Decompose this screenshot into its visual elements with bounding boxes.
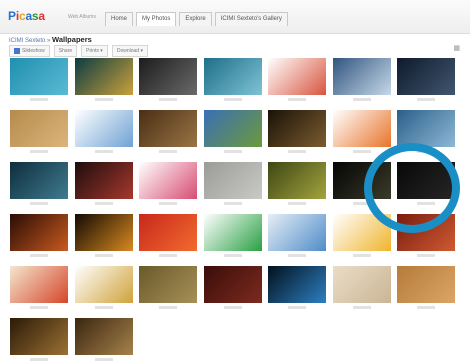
photo-thumbnail-dark-vignette[interactable] <box>268 110 326 147</box>
photo-thumbnail-teal-dark[interactable] <box>10 162 68 199</box>
tab-my-photos[interactable]: My Photos <box>136 12 177 26</box>
download-dropdown[interactable]: Download ▾ <box>111 45 148 57</box>
tab-gallery[interactable]: ICIMI Sexteto's Gallery <box>214 12 288 26</box>
photo-thumbnail-red-stripes[interactable] <box>268 58 326 95</box>
nav-tabs: Home My Photos Explore ICIMI Sexteto's G… <box>105 12 291 26</box>
photo-caption <box>30 150 48 153</box>
breadcrumb-owner-link[interactable]: ICIMI Sexteto <box>9 38 45 44</box>
photo-caption <box>352 202 371 205</box>
slideshow-button[interactable]: Slideshow <box>9 45 50 57</box>
slideshow-icon <box>14 48 20 54</box>
photo-thumbnail-green-field[interactable] <box>203 214 262 251</box>
photo-caption <box>352 306 371 309</box>
photo-caption <box>94 150 113 153</box>
photo-caption <box>94 202 113 205</box>
logo-suffix: Web Albums <box>68 14 96 20</box>
photo-caption <box>94 254 113 257</box>
photo-thumbnail-dark-sepia[interactable] <box>10 318 68 355</box>
photo-thumbnail-black-plain[interactable] <box>397 162 455 199</box>
tab-home[interactable]: Home <box>105 12 134 26</box>
photo-thumbnail-pencil[interactable] <box>332 214 391 251</box>
photo-thumbnail-sand-texture[interactable] <box>10 110 68 147</box>
prints-dropdown[interactable]: Prints ▾ <box>81 45 108 57</box>
photo-caption <box>288 202 306 205</box>
photo-thumbnail-gold-swirl[interactable] <box>74 58 133 95</box>
photo-caption <box>223 150 242 153</box>
photo-thumbnail-wood-grain[interactable] <box>397 266 455 303</box>
photo-caption <box>288 306 306 309</box>
photo-thumbnail-brown-grunge[interactable] <box>139 110 197 147</box>
photo-thumbnail-brown-sepia[interactable] <box>74 318 133 355</box>
photo-caption <box>288 98 306 101</box>
photo-thumbnail-spotlight[interactable] <box>268 266 326 303</box>
photo-thumbnail-skyscraper[interactable] <box>332 58 391 95</box>
photo-caption <box>30 202 48 205</box>
photo-caption <box>417 150 435 153</box>
photo-caption <box>352 254 371 257</box>
album-title: Wallpapers <box>52 35 92 44</box>
photo-caption <box>30 306 48 309</box>
photo-caption <box>417 306 435 309</box>
photo-thumbnail-bokeh-lights[interactable] <box>74 214 133 251</box>
photo-caption <box>223 254 242 257</box>
photo-caption <box>223 202 242 205</box>
photo-thumbnail-dark-blue-lights[interactable] <box>397 58 455 95</box>
photo-caption <box>288 150 306 153</box>
photo-thumbnail-colored-pencils[interactable] <box>10 266 68 303</box>
photo-caption <box>417 254 435 257</box>
photo-caption <box>223 306 242 309</box>
photo-caption <box>288 254 306 257</box>
photo-caption <box>159 306 177 309</box>
breadcrumb-separator: » <box>47 38 51 44</box>
photo-caption <box>352 150 371 153</box>
photo-thumbnail-orange-wave[interactable] <box>332 110 391 147</box>
photo-caption <box>94 98 113 101</box>
photo-thumbnail-light-sand[interactable] <box>332 266 391 303</box>
photo-thumbnail-blue-gradient[interactable] <box>397 110 455 147</box>
photo-thumbnail-black-glow[interactable] <box>332 162 391 199</box>
photo-caption <box>159 254 177 257</box>
photo-caption <box>417 98 435 101</box>
photo-caption <box>30 254 48 257</box>
photo-thumbnail-green-curl[interactable] <box>268 162 326 199</box>
photo-thumbnail-dark-circles[interactable] <box>139 58 197 95</box>
photo-caption <box>352 98 371 101</box>
top-bar: Picasa Web Albums Home My Photos Explore… <box>0 0 470 34</box>
photo-thumbnail-blue-paper[interactable] <box>268 214 326 251</box>
photo-caption <box>223 98 242 101</box>
photo-thumbnail-blue-abstract[interactable] <box>203 58 262 95</box>
photo-caption <box>159 202 177 205</box>
photo-caption <box>30 98 48 101</box>
photo-thumbnail-red-sparks[interactable] <box>74 162 133 199</box>
photo-thumbnail-blue-splash[interactable] <box>74 110 133 147</box>
photo-thumbnail-olive-texture[interactable] <box>139 266 197 303</box>
slideshow-label: Slideshow <box>22 48 45 54</box>
photo-caption <box>94 306 113 309</box>
photo-caption <box>159 150 177 153</box>
tab-explore[interactable]: Explore <box>179 12 212 26</box>
grid-view-icon[interactable]: ▦ <box>453 44 460 52</box>
photo-thumbnail-orange-fibers[interactable] <box>10 214 68 251</box>
photo-thumbnail-dark-red-texture[interactable] <box>203 266 262 303</box>
photo-caption <box>159 98 177 101</box>
album-toolbar: Slideshow Share Prints ▾ Download ▾ <box>9 45 152 57</box>
photo-thumbnail-toy-figure[interactable] <box>74 266 133 303</box>
photo-thumbnail-grey-stone[interactable] <box>203 162 262 199</box>
picasa-logo[interactable]: Picasa <box>8 9 45 23</box>
photo-caption <box>417 202 435 205</box>
photo-thumbnail-green-road[interactable] <box>203 110 262 147</box>
photo-thumbnail-red-tone[interactable] <box>397 214 455 251</box>
share-button[interactable]: Share <box>53 45 78 57</box>
breadcrumb: ICIMI Sexteto » Wallpapers <box>9 35 92 44</box>
photo-thumbnail-flower-pattern[interactable] <box>139 162 197 199</box>
photo-thumbnail-red-orange[interactable] <box>139 214 197 251</box>
photo-thumbnail-teal-grass[interactable] <box>10 58 68 95</box>
